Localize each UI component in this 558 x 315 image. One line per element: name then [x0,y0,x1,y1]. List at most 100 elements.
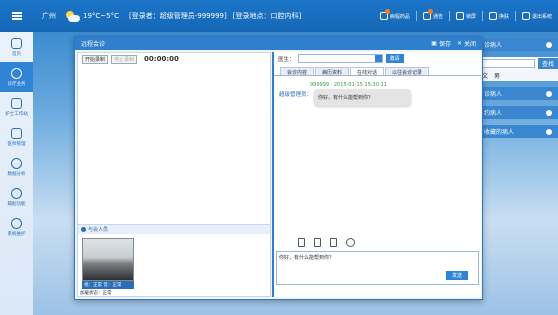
patient-group-label: 收藏的病人 [484,129,515,136]
stop-recording-button[interactable]: 停止录制 [111,54,138,64]
close-icon[interactable] [546,128,552,135]
temperature-label: 19°C~5°C [83,12,120,20]
start-recording-button[interactable]: 开始录制 [82,54,109,64]
grid-icon [11,127,22,139]
doctor-label: 医生： [278,56,295,63]
sidebar-item-label: 护士工作站 [5,111,28,117]
save-button[interactable]: ▣ 保存 [431,39,451,48]
patient-filter-row: 文男 [478,69,558,81]
recording-timer: 00:00:00 [144,55,179,63]
participants-label: 与会人员 [88,227,109,233]
sidebar-item-system[interactable]: 系统维护 [0,212,33,242]
drug-news-button[interactable]: 病程药品 [379,9,410,20]
divider [448,11,450,21]
tab-online-chat[interactable]: 在线对话 [350,67,385,76]
chevron-down-icon[interactable] [374,55,382,62]
notification-badge [427,9,433,14]
close-label: 关闭 [463,41,476,48]
logout-label: 退出系统 [531,13,552,20]
sidebar-item-label: 数据分析 [7,171,26,177]
close-button[interactable]: ✕ 关闭 [457,39,476,48]
user-icon [11,67,22,79]
chat-pane: 医生： 邀请 会诊内容 病历资料 在线对话 以往会诊记录 999999 · 20… [272,52,481,297]
shirt-icon [488,12,497,20]
participants-icon [81,227,86,232]
sidebar-item-label: 系统维护 [7,231,26,237]
patient-group-row[interactable]: 诊病人 [478,38,558,51]
top-bar: 广州 19°C~5°C [登录者：超级管理员-999999] [登录地点：口腔内… [0,0,558,32]
home-icon [11,37,22,49]
file-icon[interactable] [330,238,337,247]
emoji-icon[interactable] [346,238,355,247]
gear-icon [11,217,22,229]
divider [514,11,516,21]
menu-icon[interactable] [0,0,34,32]
lock-screen-label: 锁屏 [465,13,476,20]
notice-label: 通告 [432,13,443,20]
logout-icon [521,12,530,20]
doctor-row: 医生： 邀请 [274,52,481,65]
notification-badge [384,9,390,14]
search-button[interactable]: 查找 [537,57,558,69]
image-icon[interactable] [314,238,321,247]
video-pane: 开始录制 停止录制 00:00:00 与会人员 视：正常 音：正常 加载状态：正… [77,52,271,297]
divider [481,11,483,21]
drug-news-label: 病程药品 [389,13,410,20]
tab-history[interactable]: 以往会诊记录 [385,67,430,76]
dialog-title: 远程会诊 [81,41,106,48]
close-icon[interactable] [546,109,552,116]
patient-group-row[interactable]: 诊病人 [478,87,558,100]
sidebar-item-nurse-station[interactable]: 护士工作站 [0,92,33,122]
save-label: 保存 [438,41,451,48]
microphone-icon[interactable] [298,238,305,247]
recording-bar: 开始录制 停止录制 00:00:00 [78,53,270,65]
sidebar-item-home[interactable]: 首页 [0,32,33,62]
message-input[interactable]: 你好，有什么能帮到你？ 发送 [276,251,479,285]
chat-history: 999999 · 2015-01-15 15:30:11 超级管理员： 你好，有… [274,77,481,237]
chat-toolbar [298,238,355,247]
dialog-body: 开始录制 停止录制 00:00:00 与会人员 视：正常 音：正常 加载状态：正… [75,50,482,299]
target-icon [11,187,22,199]
notice-button[interactable]: 通告 [422,9,443,20]
patient-search: 查找 [478,57,558,69]
login-user-label: [登录者：超级管理员-999999] [129,12,227,20]
close-icon: ✕ [456,40,462,47]
invite-button[interactable]: 邀请 [385,54,404,63]
save-icon: ▣ [431,40,437,47]
tab-bar: 会诊内容 病历资料 在线对话 以往会诊记录 [274,67,481,76]
login-place-label: [登录地点：口腔内科] [232,12,302,20]
divider [415,11,417,21]
weather-cloud-icon [64,10,80,22]
patient-group-row[interactable]: 收藏的病人 [478,125,558,138]
patient-group-label: 诊病人 [484,42,503,49]
video-status: 视：正常 音：正常 [82,281,134,289]
close-icon[interactable] [546,41,552,48]
tab-consultation-content[interactable]: 会诊内容 [280,67,315,76]
participant-video[interactable] [82,238,134,281]
network-status: 加载状态：正常 [80,291,112,296]
patient-group-row[interactable]: 约病人 [478,106,558,119]
top-right-actions: 病程药品 通告 锁屏 换肤 退出系统 [379,0,552,32]
message-meta: 999999 · 2015-01-15 15:30:11 [310,82,387,88]
close-icon[interactable] [546,90,552,97]
sidebar-item-diagnosis[interactable]: 诊疗业务 [0,62,33,92]
sidebar-item-label: 首页 [12,51,21,57]
sidebar-item-doctor-management[interactable]: 医师管理 [0,122,33,152]
sidebar-item-data-analysis[interactable]: 数据分析 [0,152,33,182]
patient-group-label: 诊病人 [484,91,503,98]
patient-search-input[interactable] [480,58,535,68]
skin-button[interactable]: 换肤 [488,12,509,20]
nurse-icon [11,97,22,109]
sidebar-item-auxiliary[interactable]: 辅助功能 [0,182,33,212]
lock-screen-button[interactable]: 锁屏 [455,12,476,20]
sidebar-item-label: 辅助功能 [7,201,26,207]
tab-medical-records[interactable]: 病历资料 [315,67,350,76]
sidebar-item-label: 诊疗业务 [7,81,26,87]
doctor-select[interactable] [297,54,383,63]
send-button[interactable]: 发送 [446,271,468,280]
message-sender: 超级管理员： [279,92,313,98]
chart-icon [11,157,22,169]
logout-button[interactable]: 退出系统 [521,12,552,20]
filter-label[interactable]: 男 [494,71,500,80]
city-label: 广州 [42,12,56,20]
